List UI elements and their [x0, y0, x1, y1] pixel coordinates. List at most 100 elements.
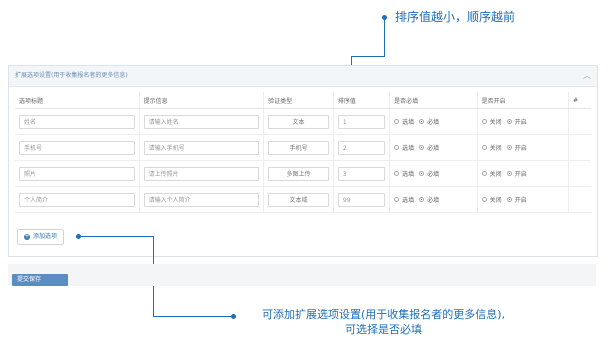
validation-type-select[interactable]: 多图上传 — [268, 166, 329, 181]
radio-icon — [394, 119, 400, 124]
optional-label: 选填 — [402, 145, 415, 152]
on-label: 开启 — [514, 119, 527, 126]
col-header-required: 是否必填 — [389, 92, 478, 109]
option-title-input[interactable]: 姓名 — [19, 114, 135, 129]
radio-icon — [394, 145, 400, 150]
annotation-leader — [351, 56, 385, 57]
col-header-validation: 验证类型 — [263, 92, 334, 109]
required-label: 必填 — [427, 145, 440, 152]
off-radio[interactable]: 关闭 — [481, 169, 502, 178]
option-hint-input[interactable]: 请输入个人简介 — [143, 192, 260, 207]
options-table: 选项标题 提示信息 验证类型 排序值 是否必填 是否开启 # 姓名 请输入姓名 文本… — [15, 92, 591, 213]
required-cell: 选填 必填 — [389, 186, 478, 213]
actions-cell — [568, 108, 591, 135]
enabled-cell: 关闭 开启 — [477, 160, 570, 187]
sort-value-input[interactable]: 1 — [337, 114, 386, 129]
required-radio[interactable]: 必填 — [419, 169, 439, 178]
off-radio[interactable]: 关闭 — [481, 117, 502, 126]
annotation-leader — [78, 236, 153, 237]
on-radio[interactable]: 开启 — [506, 195, 527, 204]
required-label: 必填 — [427, 119, 440, 126]
validation-cell: 文本 — [263, 108, 334, 135]
radio-icon — [419, 197, 425, 202]
panel-header[interactable]: 扩展选项设置(用于收集报名者的更多信息) ︿ — [9, 66, 597, 87]
col-header-enabled: 是否开启 — [477, 92, 570, 109]
on-radio[interactable]: 开启 — [506, 117, 527, 126]
option-title-input[interactable]: 个人简介 — [19, 192, 135, 207]
add-option-button[interactable]: + 添加选项 — [17, 229, 65, 245]
col-header-sort: 排序值 — [333, 92, 391, 109]
radio-icon — [481, 171, 487, 176]
validation-type-select[interactable]: 手机号 — [268, 140, 329, 155]
required-radio[interactable]: 必填 — [419, 143, 439, 152]
radio-icon — [481, 197, 487, 202]
submit-save-label: 提交保存 — [17, 276, 42, 283]
table-row: 照片 请上传照片 多图上传 3 选填 必填 关闭 开启 — [15, 160, 591, 187]
hint-cell: 请输入姓名 — [139, 108, 265, 135]
on-radio[interactable]: 开启 — [506, 143, 527, 152]
validation-cell: 手机号 — [263, 134, 334, 161]
validation-type-select[interactable]: 文本 — [268, 114, 329, 129]
hint-cell: 请上传照片 — [139, 160, 265, 187]
radio-icon — [481, 145, 487, 150]
off-radio[interactable]: 关闭 — [481, 195, 502, 204]
title-cell: 手机号 — [15, 134, 140, 161]
table-header-row: 选项标题 提示信息 验证类型 排序值 是否必填 是否开启 # — [15, 92, 591, 109]
annotation-leader — [384, 17, 385, 56]
sort-cell: 3 — [333, 160, 391, 187]
sort-cell: 2 — [333, 134, 391, 161]
optional-radio[interactable]: 选填 — [394, 117, 414, 126]
title-cell: 姓名 — [15, 108, 140, 135]
radio-icon — [419, 171, 425, 176]
submit-bar: 提交保存 — [8, 264, 596, 286]
panel-title: 扩展选项设置(用于收集报名者的更多信息) — [15, 72, 128, 79]
off-radio[interactable]: 关闭 — [481, 143, 502, 152]
option-hint-input[interactable]: 请输入姓名 — [143, 114, 260, 129]
title-cell: 照片 — [15, 160, 140, 187]
required-cell: 选填 必填 — [389, 108, 478, 135]
required-cell: 选填 必填 — [389, 160, 478, 187]
option-title-input[interactable]: 照片 — [19, 166, 135, 181]
required-radio[interactable]: 必填 — [419, 117, 439, 126]
hint-cell: 请输入个人简介 — [139, 186, 265, 213]
col-header-hint: 提示信息 — [139, 92, 265, 109]
on-label: 开启 — [514, 171, 527, 178]
optional-radio[interactable]: 选填 — [394, 143, 414, 152]
sort-value-input[interactable]: 99 — [337, 192, 386, 207]
annotation-leader — [153, 316, 233, 317]
sort-value-input[interactable]: 3 — [337, 166, 386, 181]
option-hint-input[interactable]: 请输入手机号 — [143, 140, 260, 155]
sort-value-input[interactable]: 2 — [337, 140, 386, 155]
off-label: 关闭 — [489, 197, 502, 204]
radio-icon — [481, 119, 487, 124]
radio-icon — [419, 145, 425, 150]
required-cell: 选填 必填 — [389, 134, 478, 161]
optional-label: 选填 — [402, 171, 415, 178]
sort-cell: 1 — [333, 108, 391, 135]
on-radio[interactable]: 开启 — [506, 169, 527, 178]
add-option-annotation-line2: 可选择是否必填 — [345, 323, 423, 336]
option-hint-input[interactable]: 请上传照片 — [143, 166, 260, 181]
optional-radio[interactable]: 选填 — [394, 195, 414, 204]
required-label: 必填 — [427, 171, 440, 178]
radio-icon — [506, 197, 512, 202]
required-radio[interactable]: 必填 — [419, 195, 439, 204]
table-row: 姓名 请输入姓名 文本 1 选填 必填 关闭 开启 — [15, 108, 591, 135]
enabled-cell: 关闭 开启 — [477, 134, 570, 161]
validation-type-select[interactable]: 文本域 — [268, 192, 329, 207]
table-row: 手机号 请输入手机号 手机号 2 选填 必填 关闭 开启 — [15, 134, 591, 161]
optional-radio[interactable]: 选填 — [394, 169, 414, 178]
actions-cell — [568, 134, 591, 161]
radio-icon — [506, 119, 512, 124]
radio-icon — [506, 145, 512, 150]
col-header-title: 选项标题 — [15, 92, 140, 109]
add-option-annotation-line1: 可添加扩展选项设置(用于收集报名者的更多信息), — [262, 308, 506, 321]
actions-cell — [568, 160, 591, 187]
add-option-annotation: 可添加扩展选项设置(用于收集报名者的更多信息), 可选择是否必填 — [262, 307, 505, 337]
option-title-input[interactable]: 手机号 — [19, 140, 135, 155]
col-header-actions: # — [568, 92, 591, 109]
actions-cell — [568, 186, 591, 213]
chevron-up-icon[interactable]: ︿ — [583, 66, 591, 86]
validation-cell: 多图上传 — [263, 160, 334, 187]
submit-save-button[interactable]: 提交保存 — [12, 274, 68, 286]
